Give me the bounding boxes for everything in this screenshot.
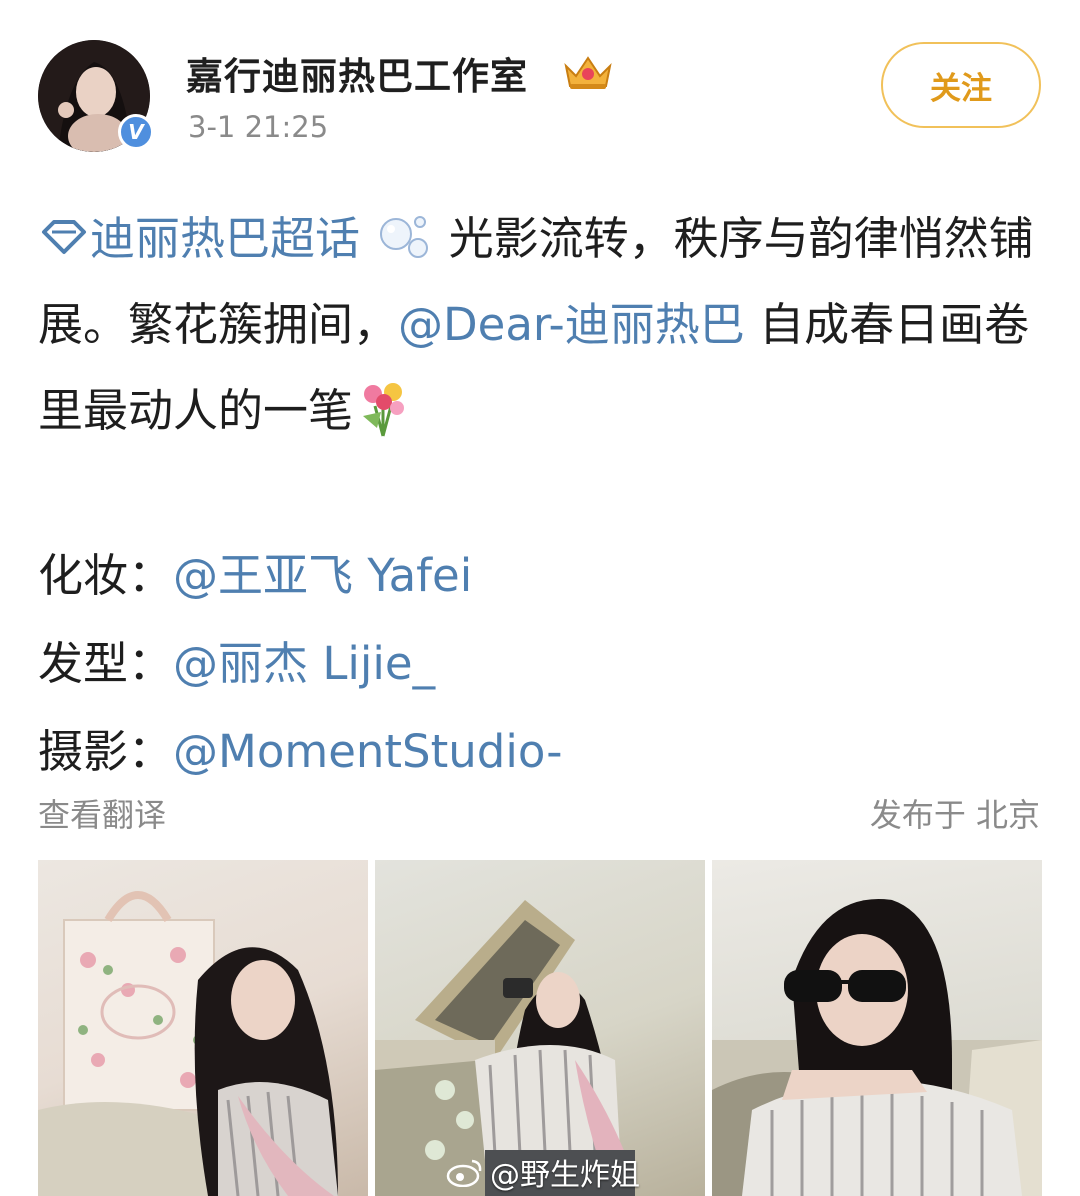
mention-makeup-artist[interactable]: @王亚飞 Yafei [173,549,472,602]
credit-label: 化妆： [38,549,174,602]
post-location: 发布于 北京 [869,796,1040,834]
follow-button[interactable]: 关注 [881,42,1041,128]
credit-makeup: 化妆：@王亚飞 Yafei [38,532,562,620]
post-timestamp: 3-1 21:25 [188,110,329,144]
crown-badge-icon [564,56,612,89]
supertopic-link[interactable]: 迪丽热巴超话 [38,212,360,265]
photo-2-image [375,900,635,1196]
credit-photography: 摄影：@MomentStudio- [38,708,562,796]
post-photo-1[interactable] [38,860,368,1196]
author-name[interactable]: 嘉行迪丽热巴工作室 [186,46,528,100]
credit-label: 摄影： [38,725,174,778]
weibo-logo-icon [446,1159,482,1187]
mention-photographer[interactable]: @MomentStudio- [173,725,562,778]
photo-3-image [712,899,1042,1196]
post-photo-2[interactable] [375,860,705,1196]
credit-label: 发型： [38,637,174,690]
post-photo-3[interactable] [712,860,1042,1196]
bubbles-emoji-icon [380,216,429,258]
credits-list: 化妆：@王亚飞 Yafei 发型：@丽杰 Lijie_ 摄影：@MomentSt… [38,532,562,796]
view-translation-link[interactable]: 查看翻译 [38,790,166,836]
post-content: 迪丽热巴超话 光影流转，秩序与韵律悄然铺展。繁花簇拥间，@Dear-迪丽热巴 自… [38,196,1048,454]
verified-badge-icon: V [118,114,154,150]
watermark-text: @野生炸姐 [490,1158,640,1193]
weibo-watermark: @野生炸姐 [446,1150,640,1194]
bouquet-emoji-icon [363,383,405,437]
mention-dear-dilireba[interactable]: @Dear-迪丽热巴 [398,298,745,351]
author-avatar[interactable]: V [38,40,154,152]
supertopic-diamond-icon [42,220,86,254]
photo-1-image [38,891,338,1196]
credit-hair: 发型：@丽杰 Lijie_ [38,620,562,708]
supertopic-label: 迪丽热巴超话 [90,212,361,265]
mention-hair-stylist[interactable]: @丽杰 Lijie_ [173,637,435,690]
